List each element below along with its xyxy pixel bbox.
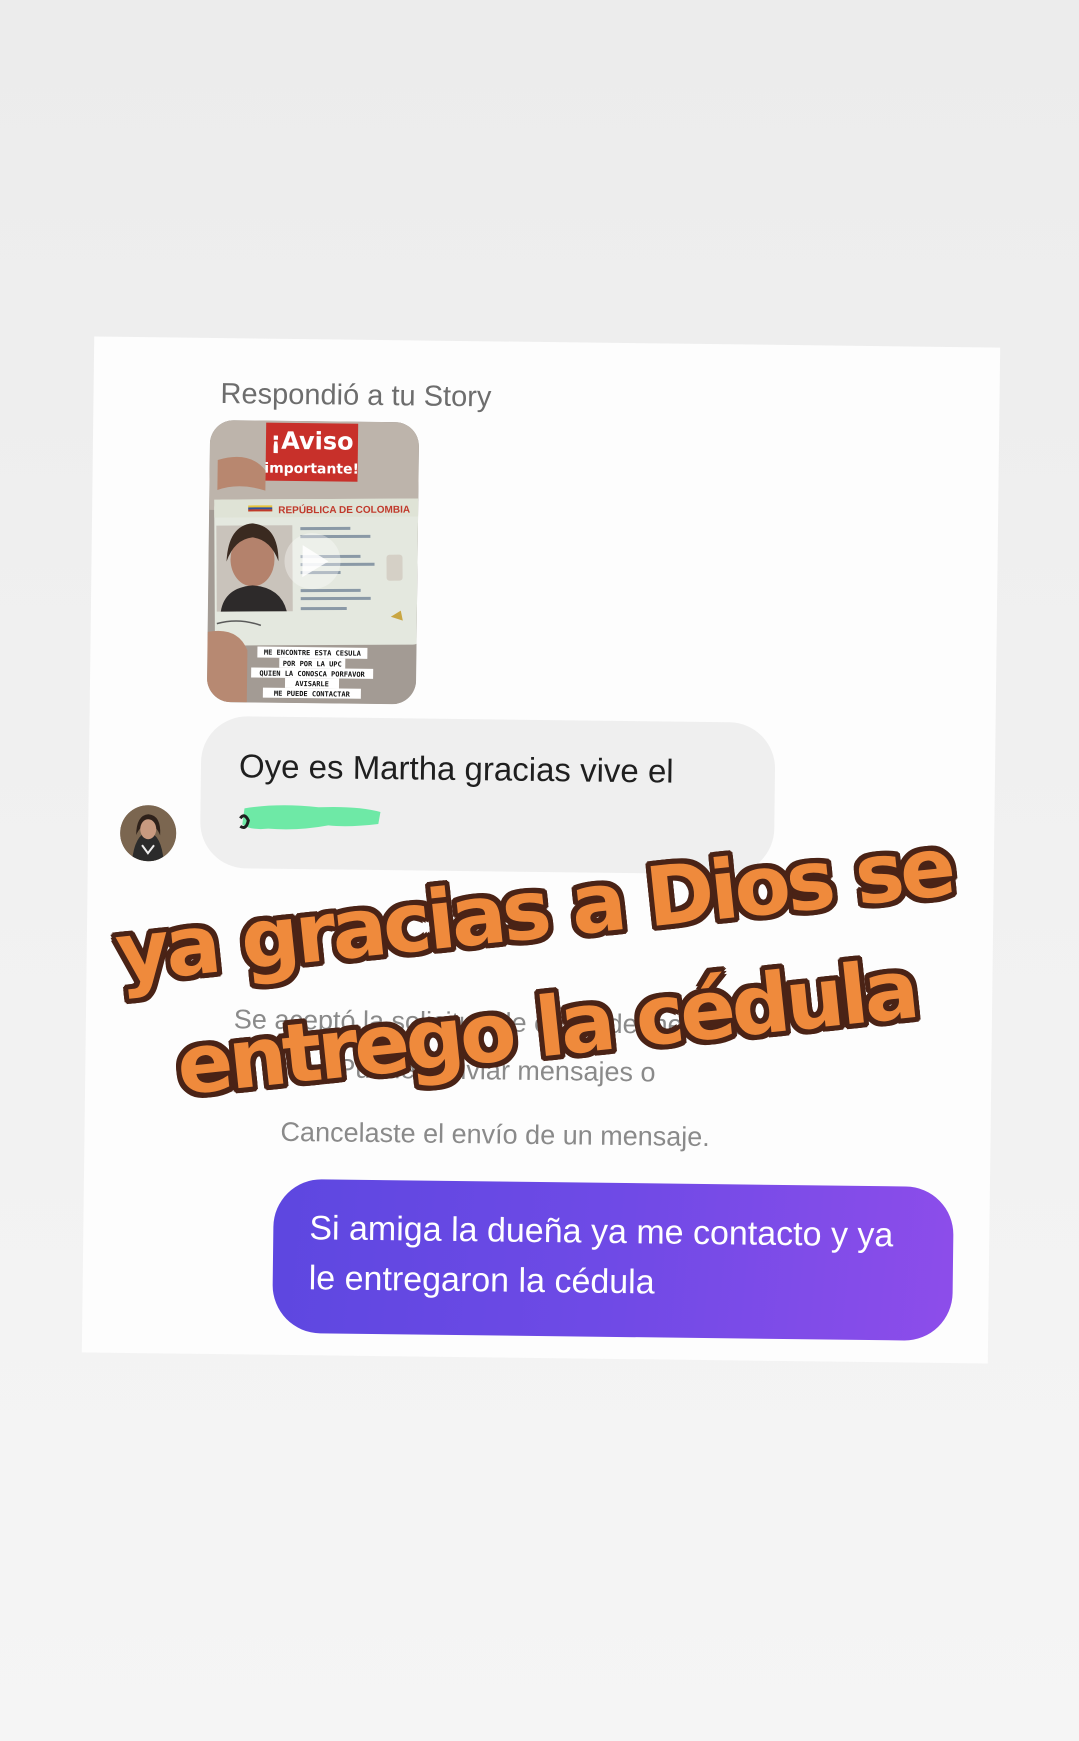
story-caption-line-4: AVISARLE (295, 680, 329, 688)
id-card-header: REPÚBLICA DE COLOMBIA (278, 503, 410, 517)
cancel-status: Cancelaste el envío de un mensaje. (280, 1116, 710, 1153)
story-banner-line2: importante! (264, 461, 359, 478)
contact-avatar[interactable] (119, 804, 177, 862)
story-caption-line-2: POR POR LA UPC (283, 660, 342, 669)
story-caption-line-3: QUIEN LA CONOSCA PORFAVOR (259, 670, 365, 679)
story-caption-line-5: ME PUEDE CONTACTAR (274, 690, 351, 699)
story-caption-line-1: ME ENCONTRE ESTA CESULA (264, 649, 362, 658)
story-banner-line1: ¡Aviso (270, 427, 354, 456)
story-reply-label: Respondió a tu Story (220, 378, 492, 414)
outgoing-message-text: Si amiga la dueña ya me contacto y ya le… (308, 1209, 894, 1302)
story-preview-thumbnail[interactable]: REPÚBLICA DE COLOMBIA ¡Aviso importante!… (206, 419, 420, 705)
outgoing-message-bubble[interactable]: Si amiga la dueña ya me contacto y ya le… (272, 1178, 954, 1342)
redaction-mark (239, 805, 381, 830)
incoming-message-text: Oye es Martha gracias vive el (238, 747, 674, 790)
